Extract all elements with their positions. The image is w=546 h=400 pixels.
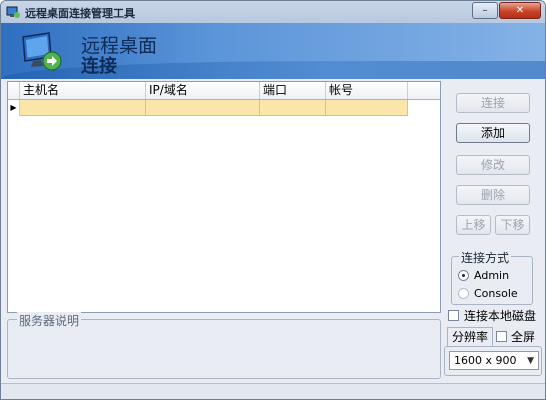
radio-console-circle[interactable] [458, 288, 469, 299]
app-window: 远程桌面连接管理工具 – ✕ 远程桌面 连接 主机名 IP/域名 端口 帐号 ▶ [0, 0, 546, 400]
add-button[interactable]: 添加 [456, 123, 530, 143]
close-button[interactable]: ✕ [499, 2, 541, 19]
remote-desktop-monitor-icon [22, 32, 62, 71]
radio-admin-label: Admin [474, 269, 510, 282]
fullscreen-label: 全屏 [511, 330, 536, 344]
remote-desktop-app-icon [6, 6, 20, 18]
column-header-port[interactable]: 端口 [260, 82, 326, 99]
header-banner: 远程桌面 连接 [1, 23, 545, 79]
move-up-button[interactable]: 上移 [456, 215, 491, 235]
grid-header: 主机名 IP/域名 端口 帐号 [8, 82, 440, 100]
cell-hostname[interactable] [20, 100, 146, 116]
minimize-button[interactable]: – [472, 2, 498, 19]
status-bar [1, 383, 545, 399]
grid-corner [8, 82, 20, 99]
fullscreen-checkbox[interactable] [496, 331, 507, 342]
radio-console[interactable]: Console [458, 287, 518, 300]
column-header-ip-domain[interactable]: IP/域名 [146, 82, 260, 99]
radio-console-label: Console [474, 287, 518, 300]
resolution-tab[interactable]: 分辨率 [447, 327, 493, 347]
connection-mode-label: 连接方式 [459, 249, 512, 266]
row-indicator-arrow: ▶ [8, 100, 20, 116]
window-title: 远程桌面连接管理工具 [25, 7, 135, 20]
column-header-account[interactable]: 帐号 [326, 82, 408, 99]
table-row[interactable]: ▶ [8, 100, 440, 116]
banner-title-line2: 连接 [81, 56, 117, 77]
cell-port[interactable] [260, 100, 326, 116]
delete-button[interactable]: 删除 [456, 185, 530, 205]
resolution-select[interactable]: 1600 x 900 ▼ [449, 351, 539, 370]
chevron-down-icon[interactable]: ▼ [527, 353, 534, 370]
connection-mode-group: 连接方式 Admin Console [451, 249, 533, 305]
local-disk-label: 连接本地磁盘 [464, 309, 537, 323]
server-description-group[interactable]: 服务器说明 [7, 312, 441, 379]
radio-admin-circle[interactable] [458, 270, 469, 281]
cell-account[interactable] [326, 100, 408, 116]
edit-button[interactable]: 修改 [456, 155, 530, 175]
column-header-hostname[interactable]: 主机名 [20, 82, 146, 99]
local-disk-checkbox[interactable] [448, 310, 459, 321]
connect-button[interactable]: 连接 [456, 93, 530, 113]
resolution-value: 1600 x 900 [454, 354, 517, 367]
radio-admin[interactable]: Admin [458, 269, 509, 282]
server-grid[interactable]: 主机名 IP/域名 端口 帐号 ▶ [7, 81, 441, 313]
move-down-button[interactable]: 下移 [495, 215, 530, 235]
cell-ip-domain[interactable] [146, 100, 260, 116]
server-description-label: 服务器说明 [17, 312, 82, 329]
title-bar[interactable]: 远程桌面连接管理工具 – ✕ [1, 1, 545, 23]
